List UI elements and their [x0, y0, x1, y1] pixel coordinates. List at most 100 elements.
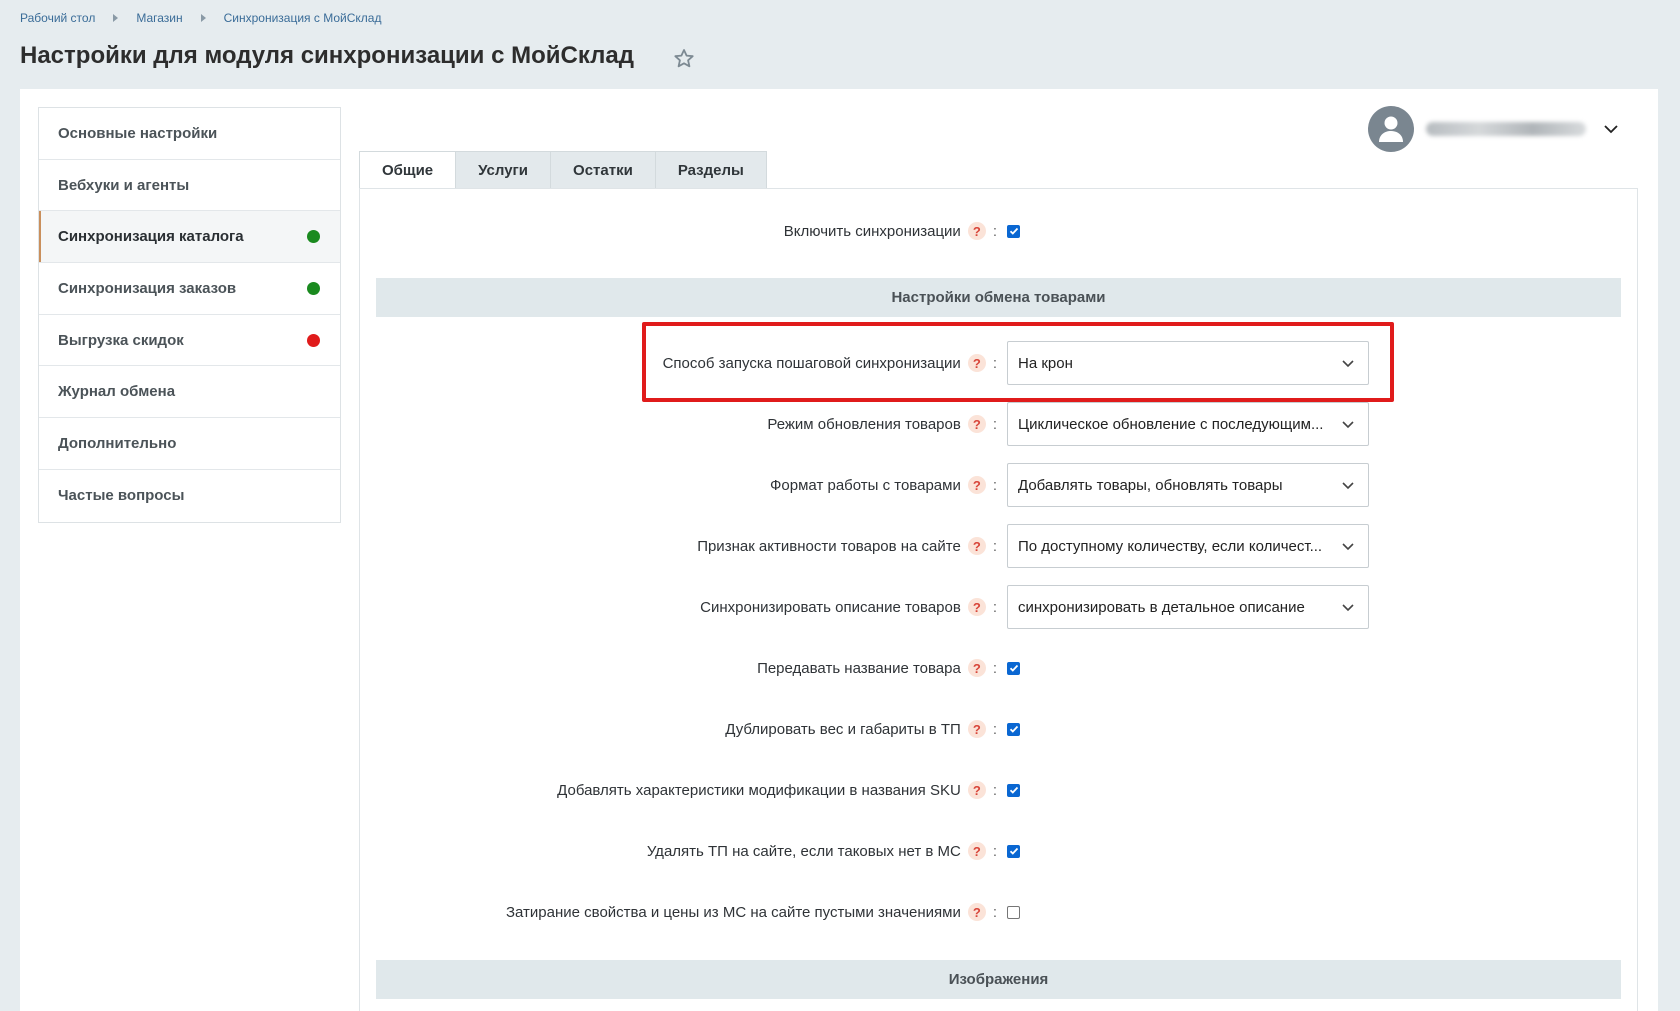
user-menu[interactable]: [1368, 106, 1620, 152]
setting-row-launch-mode: Способ запуска пошаговой синхронизации ?…: [360, 341, 1637, 385]
tab-services[interactable]: Услуги: [455, 151, 552, 188]
sidebar-item-label: Частые вопросы: [58, 487, 185, 505]
help-icon[interactable]: ?: [967, 222, 986, 240]
sidebar-item-main-settings[interactable]: Основные настройки: [39, 108, 340, 160]
chevron-down-icon: [1342, 604, 1354, 612]
launch-mode-select[interactable]: На крон: [1007, 341, 1369, 385]
setting-label: Признак активности товаров на сайте: [697, 537, 961, 555]
dup-weight-checkbox[interactable]: [1007, 722, 1020, 736]
setting-row-work-format: Формат работы с товарами ? : Добавлять т…: [360, 463, 1637, 507]
overwrite-empty-checkbox[interactable]: [1007, 905, 1020, 919]
setting-row-update-mode: Режим обновления товаров ? : Циклическое…: [360, 402, 1637, 446]
setting-row-dup-weight: Дублировать вес и габариты в ТП ? :: [360, 707, 1637, 751]
update-mode-select[interactable]: Циклическое обновление с последующим...: [1007, 402, 1369, 446]
setting-row-delete-tp: Удалять ТП на сайте, если таковых нет в …: [360, 829, 1637, 873]
sidebar-item-discounts[interactable]: Выгрузка скидок: [39, 315, 340, 367]
check-icon: [1009, 847, 1018, 855]
setting-label: Затирание свойства и цены из МС на сайте…: [505, 903, 961, 921]
setting-label: Формат работы с товарами: [770, 476, 961, 494]
select-value: На крон: [1018, 354, 1073, 372]
sidebar-item-label: Вебхуки и агенты: [58, 176, 190, 194]
activity-sign-select[interactable]: По доступному количеству, если количест.…: [1007, 524, 1369, 568]
user-name-blurred: [1426, 122, 1586, 136]
help-icon[interactable]: ?: [967, 781, 986, 799]
help-icon[interactable]: ?: [967, 720, 986, 738]
help-icon[interactable]: ?: [967, 476, 986, 494]
setting-row-overwrite-empty: Затирание свойства и цены из МС на сайте…: [360, 890, 1637, 934]
tab-sections[interactable]: Разделы: [654, 151, 767, 188]
status-dot-green: [307, 230, 320, 244]
pass-name-checkbox[interactable]: [1007, 661, 1020, 675]
sidebar-item-label: Синхронизация каталога: [58, 228, 244, 246]
setting-label: Добавлять характеристики модификации в н…: [557, 781, 961, 799]
chevron-down-icon: [1342, 482, 1354, 490]
select-value: Циклическое обновление с последующим...: [1018, 415, 1324, 433]
section-header-images: Изображения: [376, 960, 1621, 999]
select-value: Добавлять товары, обновлять товары: [1018, 476, 1283, 494]
tabs: Общие Услуги Остатки Разделы: [359, 151, 767, 189]
sidebar-item-label: Выгрузка скидок: [58, 331, 184, 349]
sidebar: Основные настройки Вебхуки и агенты Синх…: [38, 107, 341, 523]
breadcrumb-separator-icon: [113, 14, 119, 22]
sidebar-item-faq[interactable]: Частые вопросы: [39, 470, 340, 522]
page-title: Настройки для модуля синхронизации с Мой…: [20, 42, 634, 69]
setting-row-pass-name: Передавать название товара ? :: [360, 646, 1637, 690]
setting-label: Включить синхронизации: [783, 222, 961, 240]
sidebar-item-catalog-sync[interactable]: Синхронизация каталога: [39, 211, 340, 264]
setting-label: Синхронизировать описание товаров: [700, 598, 961, 616]
user-icon: [1379, 116, 1403, 142]
help-icon[interactable]: ?: [967, 659, 986, 677]
sidebar-item-label: Основные настройки: [58, 124, 218, 142]
setting-row-activity-sign: Признак активности товаров на сайте ? : …: [360, 524, 1637, 568]
sidebar-item-label: Дополнительно: [58, 434, 177, 452]
chevron-down-icon: [1342, 543, 1354, 551]
star-icon[interactable]: [672, 47, 696, 71]
status-dot-green: [307, 281, 320, 295]
breadcrumb: Рабочий стол Магазин Синхронизация с Мой…: [20, 11, 381, 25]
help-icon[interactable]: ?: [967, 903, 986, 921]
work-format-select[interactable]: Добавлять товары, обновлять товары: [1007, 463, 1369, 507]
check-icon: [1009, 786, 1018, 794]
settings-panel: Включить синхронизации ? : Настройки обм…: [359, 188, 1638, 1011]
setting-row-sync-description: Синхронизировать описание товаров ? : си…: [360, 585, 1637, 629]
chevron-down-icon: [1342, 360, 1354, 368]
tab-stock[interactable]: Остатки: [550, 151, 656, 188]
section-header-goods-exchange: Настройки обмена товарами: [376, 278, 1621, 317]
help-icon[interactable]: ?: [967, 537, 986, 555]
setting-label: Удалять ТП на сайте, если таковых нет в …: [646, 842, 961, 860]
setting-row-add-mod-chars: Добавлять характеристики модификации в н…: [360, 768, 1637, 812]
setting-label: Способ запуска пошаговой синхронизации: [662, 354, 961, 372]
setting-row-enable-sync: Включить синхронизации ? :: [360, 209, 1637, 253]
breadcrumb-separator-icon: [200, 14, 206, 22]
avatar: [1368, 106, 1414, 152]
chevron-down-icon[interactable]: [1602, 120, 1620, 138]
setting-label: Передавать название товара: [757, 659, 961, 677]
sidebar-item-additional[interactable]: Дополнительно: [39, 418, 340, 470]
breadcrumb-sync[interactable]: Синхронизация с МойСклад: [224, 11, 382, 25]
check-icon: [1009, 664, 1018, 672]
sidebar-item-label: Журнал обмена: [58, 383, 176, 401]
enable-sync-checkbox[interactable]: [1007, 224, 1020, 238]
select-value: синхронизировать в детальное описание: [1018, 598, 1305, 616]
breadcrumb-shop[interactable]: Магазин: [136, 11, 182, 25]
sidebar-item-webhooks[interactable]: Вебхуки и агенты: [39, 160, 340, 212]
breadcrumb-desktop[interactable]: Рабочий стол: [20, 11, 95, 25]
delete-tp-checkbox[interactable]: [1007, 844, 1020, 858]
check-icon: [1009, 725, 1018, 733]
sync-description-select[interactable]: синхронизировать в детальное описание: [1007, 585, 1369, 629]
help-icon[interactable]: ?: [967, 842, 986, 860]
help-icon[interactable]: ?: [967, 415, 986, 433]
sidebar-item-exchange-log[interactable]: Журнал обмена: [39, 366, 340, 419]
status-dot-red: [307, 333, 320, 347]
sidebar-item-orders-sync[interactable]: Синхронизация заказов: [39, 263, 340, 315]
sidebar-item-label: Синхронизация заказов: [58, 279, 237, 297]
help-icon[interactable]: ?: [967, 354, 986, 372]
setting-label: Режим обновления товаров: [767, 415, 961, 433]
setting-label: Дублировать вес и габариты в ТП: [725, 720, 961, 738]
tab-general[interactable]: Общие: [359, 151, 457, 189]
check-icon: [1009, 227, 1018, 235]
help-icon[interactable]: ?: [967, 598, 986, 616]
add-mod-chars-checkbox[interactable]: [1007, 783, 1020, 797]
chevron-down-icon: [1342, 421, 1354, 429]
select-value: По доступному количеству, если количест.…: [1018, 537, 1323, 555]
